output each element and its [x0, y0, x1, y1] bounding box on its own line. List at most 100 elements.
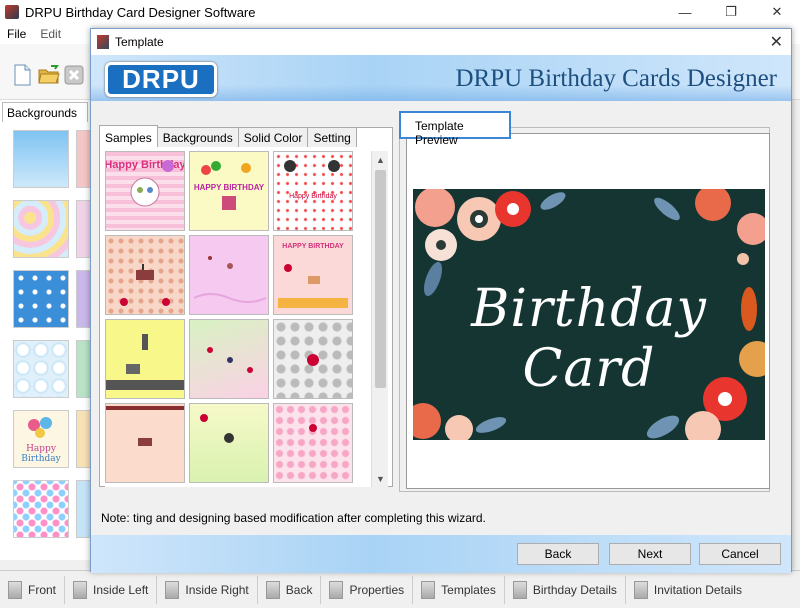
maximize-button[interactable]: ❐: [708, 0, 754, 24]
scroll-thumb[interactable]: [375, 170, 386, 388]
inside-right-label: Inside Right: [185, 582, 249, 597]
template-grid: Happy Birthday HAPPY BIRTHDAY Happy Birt…: [105, 151, 371, 487]
template-tabs: Samples Backgrounds Solid Color Setting: [99, 125, 357, 147]
balloons-icon: HAPPY BIRTHDAY: [194, 161, 265, 210]
party-icon: HAPPY BIRTHDAY: [278, 243, 348, 308]
scroll-down-arrow[interactable]: ▼: [372, 470, 389, 487]
dialog-banner: DRPU DRPU Birthday Cards Designer: [91, 55, 791, 101]
preview-label: Template Preview: [399, 111, 511, 147]
properties-button[interactable]: Properties: [321, 575, 414, 604]
back-button[interactable]: Back: [517, 543, 599, 565]
background-thumbnail[interactable]: Happy Birthday: [13, 410, 69, 468]
template-thumbnail[interactable]: Happy Birthday: [105, 151, 185, 231]
window-controls: — ❐ ✕: [662, 0, 800, 24]
birthday-details-button[interactable]: Birthday Details: [505, 575, 626, 604]
template-dialog: Template ✕ DRPU DRPU Birthday Cards Desi…: [90, 28, 792, 573]
app-title: DRPU Birthday Card Designer Software: [25, 4, 256, 20]
left-panel: Backgrounds Happy Birthday: [0, 100, 92, 560]
templates-label: Templates: [441, 582, 496, 597]
card-title: Birthday Card: [471, 279, 707, 399]
template-thumbnail[interactable]: Happy Birthday: [273, 151, 353, 231]
template-thumbnail[interactable]: [105, 319, 185, 399]
open-folder-icon[interactable]: [38, 64, 60, 86]
invitation-details-button[interactable]: Invitation Details: [626, 576, 750, 604]
page-icon: [73, 580, 88, 599]
wizard-note: Note: ting and designing based modificat…: [101, 511, 486, 525]
template-caption: Happy Birthday: [289, 193, 337, 200]
drpu-logo: DRPU: [105, 62, 217, 97]
birthday-details-label: Birthday Details: [532, 582, 617, 597]
tab-samples[interactable]: Samples: [99, 125, 158, 147]
svg-text:Birthday: Birthday: [21, 454, 61, 464]
stars-icon: [200, 414, 234, 443]
dialog-button-bar: Back Next Cancel: [91, 535, 791, 573]
border-flowers-icon: [106, 406, 184, 446]
dialog-titlebar: Template ✕: [91, 29, 791, 55]
tab-setting[interactable]: Setting: [307, 127, 357, 147]
template-thumbnail[interactable]: [273, 403, 353, 483]
background-thumbnail[interactable]: [13, 340, 69, 398]
properties-icon: [329, 580, 344, 599]
template-thumbnail[interactable]: [105, 235, 185, 315]
template-caption: HAPPY BIRTHDAY: [282, 243, 344, 250]
background-thumbnail[interactable]: [13, 130, 69, 188]
templates-icon: [421, 580, 436, 599]
minimize-button[interactable]: —: [662, 0, 708, 24]
inside-left-button[interactable]: Inside Left: [65, 575, 158, 604]
svg-text:Happy: Happy: [26, 444, 57, 454]
invitation-details-label: Invitation Details: [653, 582, 742, 597]
front-label: Front: [28, 582, 57, 597]
menu-file[interactable]: File: [0, 27, 33, 41]
logo-text: DRPU: [122, 64, 200, 94]
scroll-up-arrow[interactable]: ▲: [372, 151, 389, 168]
tab-solid-color[interactable]: Solid Color: [237, 127, 309, 147]
cancel-button[interactable]: Cancel: [699, 543, 781, 565]
page-icon: [8, 580, 22, 599]
app-titlebar: DRPU Birthday Card Designer Software — ❐…: [0, 0, 800, 24]
happy-birthday-art: Happy Birthday: [106, 159, 184, 207]
dialog-close-button[interactable]: ✕: [770, 32, 783, 52]
menu-edit[interactable]: Edit: [33, 27, 68, 41]
details-icon: [512, 580, 527, 599]
back-page-label: Back: [285, 582, 313, 597]
template-caption: HAPPY BIRTHDAY: [194, 183, 265, 192]
back-page-button[interactable]: Back: [258, 575, 322, 604]
template-thumbnail[interactable]: [189, 403, 269, 483]
next-button[interactable]: Next: [609, 543, 691, 565]
bottom-toolbar: Front Inside Left Inside Right Back Prop…: [0, 570, 800, 608]
mice-characters-icon: Happy Birthday: [284, 160, 340, 200]
close-window-button[interactable]: ✕: [754, 0, 800, 24]
tab-backgrounds[interactable]: Backgrounds: [156, 127, 239, 147]
app-logo-icon: [5, 5, 19, 19]
confetti-icon: [193, 256, 267, 303]
birthday-balloons-icon: Happy Birthday: [21, 417, 62, 464]
ribbons-icon: [207, 347, 253, 373]
background-thumbnail[interactable]: [13, 200, 69, 258]
gift-icon: [106, 334, 184, 390]
background-thumbnail[interactable]: [13, 270, 69, 328]
details-icon: [633, 580, 648, 599]
floral-icon: [307, 354, 319, 366]
templates-button[interactable]: Templates: [413, 575, 505, 604]
inside-right-button[interactable]: Inside Right: [157, 575, 258, 604]
template-thumbnail[interactable]: [189, 319, 269, 399]
cake-icon: [120, 264, 170, 306]
properties-label: Properties: [349, 582, 405, 597]
preview-card: Birthday Card: [413, 189, 765, 440]
page-icon: [265, 580, 280, 599]
template-thumbnail[interactable]: HAPPY BIRTHDAY: [189, 151, 269, 231]
front-button[interactable]: Front: [0, 575, 66, 604]
tab-backgrounds[interactable]: Backgrounds: [2, 102, 88, 122]
template-thumbnail[interactable]: [105, 403, 185, 483]
close-file-icon[interactable]: [64, 64, 84, 86]
dialog-title: Template: [115, 35, 164, 49]
template-scrollbar[interactable]: ▲ ▼: [371, 151, 388, 487]
template-thumbnail[interactable]: [189, 235, 269, 315]
background-thumbnail[interactable]: [13, 480, 69, 538]
hearts-icon: [309, 424, 317, 432]
page-icon: [165, 580, 180, 599]
new-file-icon[interactable]: [12, 64, 32, 86]
template-thumbnail[interactable]: HAPPY BIRTHDAY: [273, 235, 353, 315]
inside-left-label: Inside Left: [93, 582, 149, 597]
template-thumbnail[interactable]: [273, 319, 353, 399]
